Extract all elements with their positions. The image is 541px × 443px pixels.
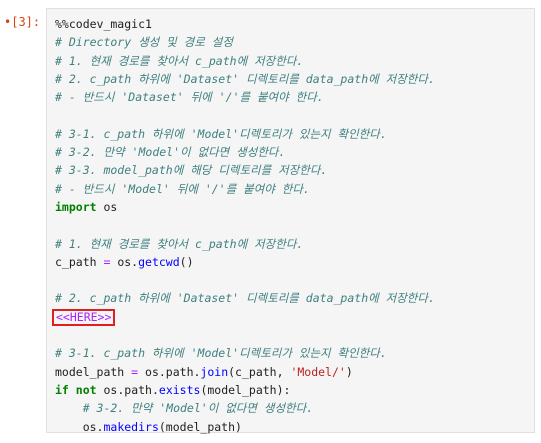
function-name: join bbox=[200, 364, 229, 379]
keyword-if: if bbox=[55, 382, 69, 397]
cell-prompt: •[3]: bbox=[4, 15, 40, 29]
function-name: exists bbox=[158, 382, 201, 397]
code-comment: # 1. 현재 경로를 찾아서 c_path에 저장한다. bbox=[55, 53, 304, 68]
variable-name: c_path bbox=[55, 254, 104, 269]
code-line: # 3-1. c_path 하위에 'Model'디렉토리가 있는지 확인한다. bbox=[55, 125, 530, 143]
code-comment: # Directory 생성 및 경로 설정 bbox=[55, 35, 233, 50]
code-line: # 1. 현재 경로를 찾아서 c_path에 저장한다. bbox=[55, 235, 530, 253]
call-args: (model_path): bbox=[200, 382, 291, 397]
code-line: c_path = os.getcwd() bbox=[55, 253, 530, 271]
magic-command: %%codev_magic1 bbox=[55, 17, 152, 31]
code-comment: # 3-2. 만약 'Model'이 없다면 생성한다. bbox=[55, 401, 314, 416]
code-line: <<HERE>> bbox=[52, 308, 530, 326]
keyword-import: import bbox=[55, 199, 97, 214]
function-name: makedirs bbox=[103, 419, 159, 434]
code-comment: # - 반드시 'Dataset' 뒤에 '/'를 붙여야 한다. bbox=[55, 90, 324, 105]
code-comment: # 3-2. 만약 'Model'이 없다면 생성한다. bbox=[55, 145, 286, 160]
code-line: if not os.path.exists(model_path): bbox=[55, 381, 530, 399]
code-line: os.makedirs(model_path) bbox=[55, 418, 530, 436]
code-line: # 3-1. c_path 하위에 'Model'디렉토리가 있는지 확인한다. bbox=[55, 344, 530, 362]
code-line: import os bbox=[55, 198, 530, 216]
code-comment: # - 반드시 'Model' 뒤에 '/'를 붙여야 한다. bbox=[55, 181, 310, 196]
code-line: %%codev_magic1 bbox=[55, 15, 530, 33]
module-ref: os.path. bbox=[96, 382, 159, 397]
code-line: # 1. 현재 경로를 찾아서 c_path에 저장한다. bbox=[55, 52, 530, 70]
code-comment: # 1. 현재 경로를 찾아서 c_path에 저장한다. bbox=[55, 236, 304, 251]
module-ref: os. bbox=[110, 254, 139, 269]
function-name: getcwd bbox=[138, 254, 180, 269]
module-ref: os.path. bbox=[138, 364, 201, 379]
cell-execution-count: [3]: bbox=[11, 15, 41, 29]
code-line: model_path = os.path.join(c_path, 'Model… bbox=[55, 363, 530, 381]
module-name: os bbox=[96, 199, 118, 214]
code-comment: # 3-1. c_path 하위에 'Model'디렉토리가 있는지 확인한다. bbox=[55, 126, 387, 141]
code-comment: # 3-3. model_path에 해당 디렉토리를 저장한다. bbox=[55, 163, 328, 178]
keyword-not: not bbox=[75, 382, 97, 397]
code-comment: # 2. c_path 하위에 'Dataset' 디렉토리를 data_pat… bbox=[55, 71, 435, 86]
call-args: () bbox=[179, 254, 194, 269]
code-line: # Directory 생성 및 경로 설정 bbox=[55, 33, 530, 51]
code-line: # 2. c_path 하위에 'Dataset' 디렉토리를 data_pat… bbox=[55, 70, 530, 88]
code-cell[interactable]: %%codev_magic1 # Directory 생성 및 경로 설정 # 1.… bbox=[46, 8, 535, 436]
code-line: # - 반드시 'Model' 뒤에 '/'를 붙여야 한다. bbox=[55, 180, 530, 198]
code-line: # 3-2. 만약 'Model'이 없다면 생성한다. bbox=[55, 143, 530, 161]
code-line: # - 반드시 'Dataset' 뒤에 '/'를 붙여야 한다. bbox=[55, 88, 530, 106]
code-editor[interactable]: %%codev_magic1 # Directory 생성 및 경로 설정 # 1.… bbox=[52, 15, 530, 436]
code-line: # 3-2. 만약 'Model'이 없다면 생성한다. bbox=[55, 399, 530, 417]
here-placeholder[interactable]: <<HERE>> bbox=[52, 308, 116, 326]
code-line: # 3-3. model_path에 해당 디렉토리를 저장한다. bbox=[55, 161, 530, 179]
module-ref: os. bbox=[82, 419, 104, 434]
variable-name: model_path bbox=[55, 364, 132, 379]
call-close: ) bbox=[345, 364, 353, 379]
string-literal: 'Model/' bbox=[290, 364, 346, 379]
code-comment: # 3-1. c_path 하위에 'Model'디렉토리가 있는지 확인한다. bbox=[55, 346, 387, 361]
code-comment: # 2. c_path 하위에 'Dataset' 디렉토리를 data_pat… bbox=[55, 291, 435, 306]
call-args: (c_path, bbox=[228, 364, 291, 379]
call-args: (model_path) bbox=[158, 419, 242, 434]
code-line: # 2. c_path 하위에 'Dataset' 디렉토리를 data_pat… bbox=[55, 289, 530, 307]
